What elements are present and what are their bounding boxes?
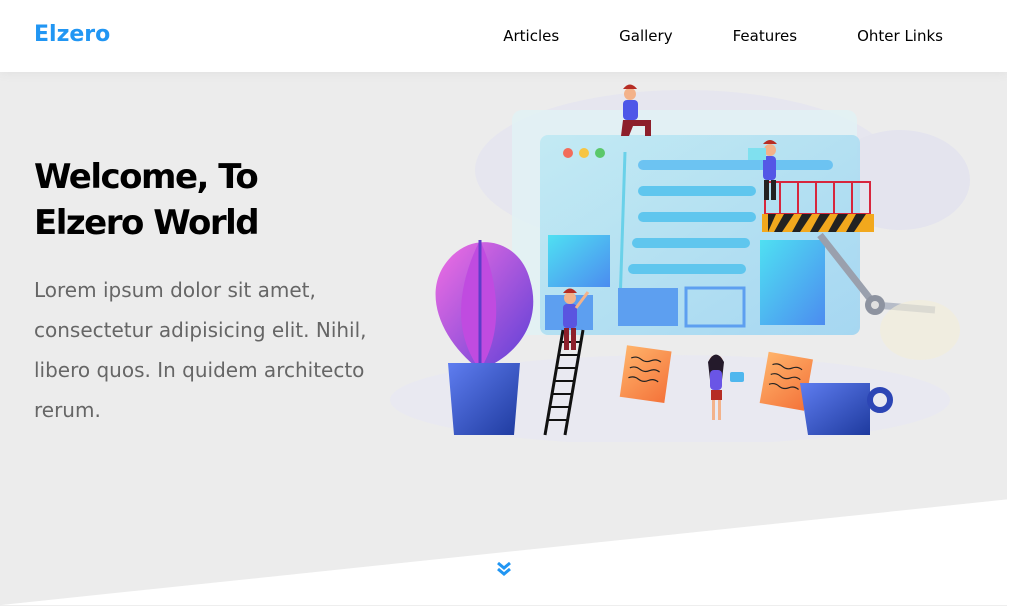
landing-title: Welcome, To Elzero World [34,157,260,243]
landing-description: Lorem ipsum dolor sit amet, consectetur … [34,278,367,422]
nav-link-other-links[interactable]: Ohter Links [797,0,943,72]
site-header: Elzero Articles Gallery Features Ohter L… [0,0,1007,72]
double-chevron-down-icon[interactable] [495,560,513,578]
logo[interactable]: Elzero [34,22,110,47]
landing-section: Welcome, To Elzero World Lorem ipsum dol… [0,72,1007,606]
nav-link-features[interactable]: Features [673,0,798,72]
nav-link-articles[interactable]: Articles [503,0,559,72]
main-nav: Articles Gallery Features Ohter Links [503,0,943,72]
team-building-website-illustration [390,84,970,442]
nav-link-gallery[interactable]: Gallery [559,0,672,72]
